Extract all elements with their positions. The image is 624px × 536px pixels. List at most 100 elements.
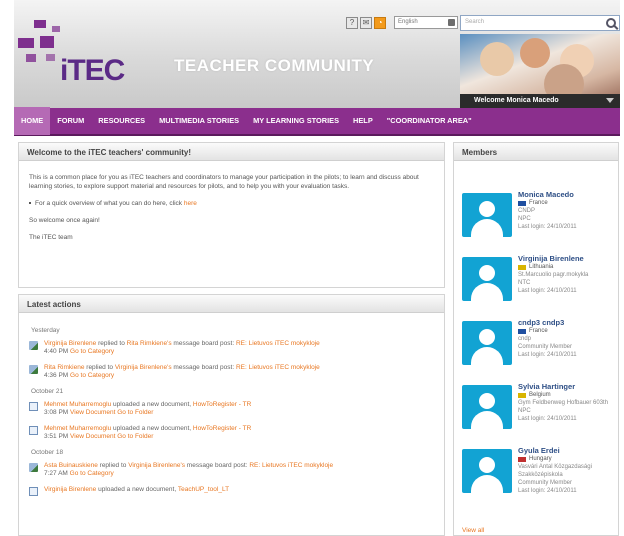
activity-post-link[interactable]: HowToRegister - TR — [193, 401, 251, 408]
welcome-user-label: Welcome Monica Macedo — [474, 97, 559, 104]
activity-extra-link[interactable]: Go to Category — [70, 372, 114, 379]
avatar[interactable] — [462, 193, 512, 237]
member-role: Community Member — [518, 344, 573, 350]
activity-extra-link[interactable]: Go to Category — [70, 470, 114, 477]
member-name-link[interactable]: Virginija Birenlene — [518, 255, 618, 263]
activity-actor-link[interactable]: Mehmet Muharremoglu — [44, 401, 111, 408]
member-name-link[interactable]: cndp3 cndp3 — [518, 319, 618, 327]
member-name-link[interactable]: Gyula Erdei — [518, 447, 618, 455]
activity-verb: replied to — [99, 462, 127, 469]
welcome-bullet: For a quick overview of what you can do … — [29, 199, 434, 208]
avatar-head — [479, 457, 495, 473]
view-all-members-link[interactable]: View all — [462, 527, 484, 534]
nav-home[interactable]: HOME — [14, 107, 51, 135]
activity-post-link[interactable]: RE: Lietuvos iTEC mokykloje — [249, 462, 333, 469]
activity-day-label: October 21 — [31, 388, 64, 395]
activity-object: message board post: — [173, 364, 235, 371]
activity-object: message board post: — [186, 462, 248, 469]
activity-time: 3:51 PM — [44, 433, 69, 440]
activity-post-link[interactable]: RE: Lietuvos iTEC mokykloje — [236, 364, 320, 371]
activity-extra-link[interactable]: View Document Go to Folder — [70, 433, 153, 440]
activity-item: Rita Rimkiene replied to Virginija Biren… — [29, 364, 434, 380]
member-organisation: cndp — [518, 336, 532, 342]
mail-icon[interactable]: ✉ — [360, 16, 372, 29]
search-input[interactable]: Search — [460, 15, 620, 31]
country-flag-icon — [518, 456, 526, 462]
member-info: Virginija Birenlene Lithuania St.Marcuol… — [518, 255, 618, 295]
avatar-body — [471, 347, 503, 365]
member-name-link[interactable]: Sylvia Hartinger — [518, 383, 618, 391]
overview-link[interactable]: here — [184, 200, 197, 207]
search-placeholder: Search — [465, 19, 485, 25]
activity-actor-link[interactable]: Virginija Birenlene — [44, 340, 96, 347]
avatar[interactable] — [462, 385, 512, 429]
activity-extra-link[interactable]: Go to Category — [70, 348, 114, 355]
avatar[interactable] — [462, 257, 512, 301]
member-card[interactable]: Gyula Erdei Hungary Vasvári Antal Közgaz… — [462, 447, 618, 513]
member-info: cndp3 cndp3 France cndp Community Member… — [518, 319, 618, 359]
activity-post-link[interactable]: TeachUP_tool_LT — [178, 486, 229, 493]
activity-actor-link[interactable]: Virginija Birenlene — [44, 486, 96, 493]
member-card[interactable]: Monica Macedo France CNDP NPC Last login… — [462, 191, 618, 257]
edit-icon — [29, 463, 38, 472]
avatar-body — [471, 219, 503, 237]
search-icon[interactable] — [606, 18, 616, 28]
member-country-label: France — [529, 328, 548, 334]
member-country: France — [518, 199, 618, 207]
photo-figure — [480, 42, 514, 76]
member-country: Belgium — [518, 391, 618, 399]
activity-actor-link[interactable]: Rita Rimkiene — [44, 364, 84, 371]
country-flag-icon — [518, 264, 526, 270]
activity-target-link[interactable]: Virginija Birenlene's — [128, 462, 185, 469]
logo-square — [18, 38, 34, 48]
member-country-label: Lithuania — [529, 264, 554, 270]
document-icon — [29, 487, 38, 496]
activity-actor-link[interactable]: Asta Buinauskiene — [44, 462, 98, 469]
nav-coordinator-area[interactable]: "COORDINATOR AREA" — [380, 107, 479, 135]
activity-verb: uploaded a new document, — [98, 486, 177, 493]
welcome-panel: Welcome to the iTEC teachers' community!… — [18, 142, 445, 288]
avatar-head — [479, 265, 495, 281]
activity-item: Mehmet Muharremoglu uploaded a new docum… — [29, 425, 434, 441]
activity-time: 7:27 AM — [44, 470, 68, 477]
language-select[interactable]: English — [394, 16, 458, 29]
avatar[interactable] — [462, 321, 512, 365]
activity-target-link[interactable]: Virginija Birenlene's — [115, 364, 172, 371]
nav-help[interactable]: HELP — [346, 107, 380, 135]
activity-item: Mehmet Muharremoglu uploaded a new docum… — [29, 401, 434, 417]
activity-extra-link[interactable]: View Document Go to Folder — [70, 409, 153, 416]
latest-actions-panel: Latest actions Yesterday Virginija Birenl… — [18, 294, 445, 536]
member-card[interactable]: Virginija Birenlene Lithuania St.Marcuol… — [462, 255, 618, 321]
edit-icon — [29, 365, 38, 374]
nav-resources[interactable]: RESOURCES — [91, 107, 152, 135]
country-flag-icon — [518, 328, 526, 334]
rss-icon[interactable]: ◔ — [374, 16, 386, 29]
avatar[interactable] — [462, 449, 512, 493]
help-icon[interactable]: ? — [346, 16, 358, 29]
activity-item: Asta Buinauskiene replied to Virginija B… — [29, 462, 434, 478]
member-role: NTC — [518, 280, 531, 286]
member-card[interactable]: cndp3 cndp3 France cndp Community Member… — [462, 319, 618, 385]
nav-multimedia-stories[interactable]: MULTIMEDIA STORIES — [152, 107, 246, 135]
activity-actor-link[interactable]: Mehmet Muharremoglu — [44, 425, 111, 432]
nav-my-learning-stories[interactable]: MY LEARNING STORIES — [246, 107, 346, 135]
itec-logo[interactable]: iTEC — [14, 18, 164, 98]
activity-time: 3:08 PM — [44, 409, 69, 416]
member-last-login: Last login: 24/10/2011 — [518, 288, 577, 294]
activity-target-link[interactable]: Rita Rimkiene's — [127, 340, 172, 347]
user-menu[interactable]: Welcome Monica Macedo — [460, 94, 620, 108]
bullet-dot — [29, 202, 31, 204]
member-role: NPC — [518, 216, 531, 222]
activity-verb: replied to — [86, 364, 114, 371]
member-card[interactable]: Sylvia Hartinger Belgium Gym Feldbenweg … — [462, 383, 618, 449]
nav-forum[interactable]: FORUM — [50, 107, 91, 135]
welcome-closing: So welcome once again! — [29, 217, 100, 224]
activity-post-link[interactable]: RE: Lietuvos iTEC mokykloje — [236, 340, 320, 347]
member-last-login: Last login: 24/10/2011 — [518, 416, 577, 422]
activity-post-link[interactable]: HowToRegister - TR — [193, 425, 251, 432]
member-organisation: Vasvári Antal Közgazdasági Szakközépisko… — [518, 464, 592, 478]
member-name-link[interactable]: Monica Macedo — [518, 191, 618, 199]
chevron-down-icon — [606, 98, 614, 103]
activity-object: message board post: — [173, 340, 235, 347]
logo-square — [46, 54, 55, 61]
